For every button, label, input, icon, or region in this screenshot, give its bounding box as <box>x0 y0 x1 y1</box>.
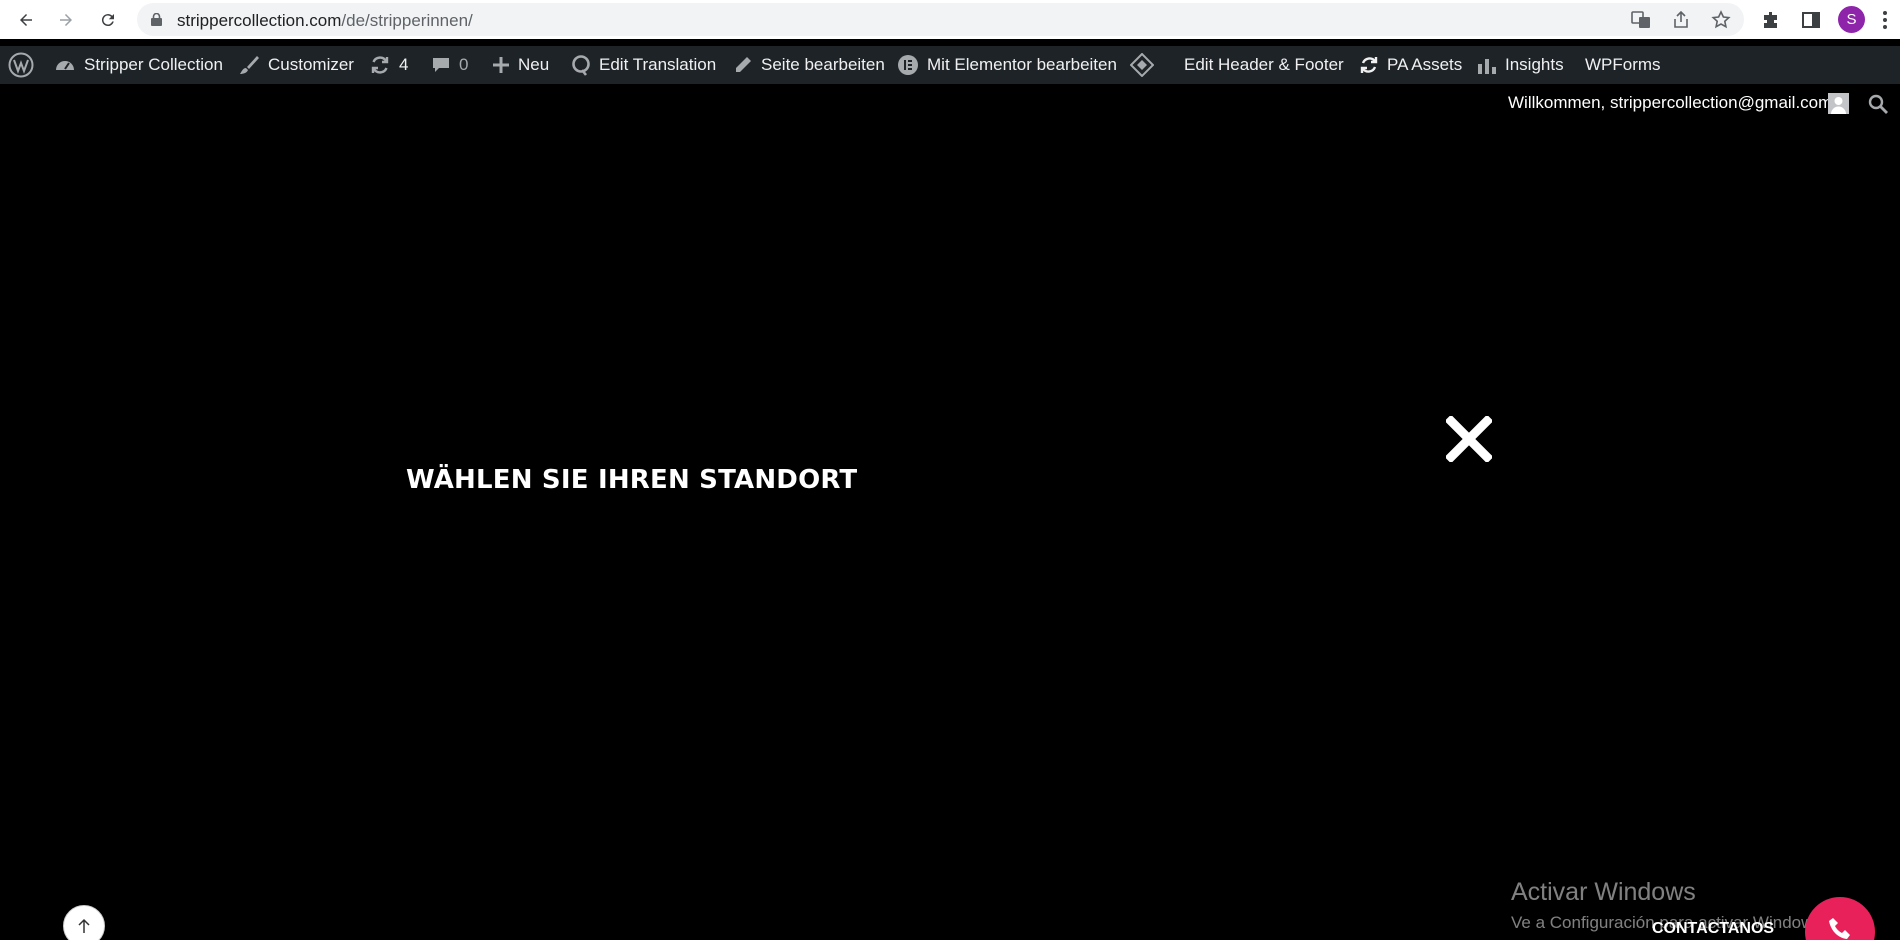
edit-page-label: Seite bearbeiten <box>761 55 885 74</box>
comment-icon <box>433 58 449 72</box>
extensions-button[interactable] <box>1760 9 1782 31</box>
chrome-menu-button[interactable] <box>1878 9 1892 31</box>
header-footer-label: Edit Header & Footer <box>1184 55 1344 74</box>
arrow-left-icon <box>20 13 32 26</box>
arrow-right-icon <box>60 13 72 26</box>
site-name-menu[interactable]: Stripper Collection <box>54 46 223 84</box>
customizer-link[interactable]: Customizer <box>238 46 354 84</box>
wp-logo-menu[interactable] <box>8 46 42 84</box>
reload-button[interactable] <box>88 0 128 39</box>
close-icon[interactable] <box>1446 416 1492 462</box>
new-content-menu[interactable]: Neu <box>492 46 549 84</box>
translate-icon[interactable] <box>1631 10 1651 30</box>
url-host: strippercollection.com <box>177 11 342 30</box>
updates-link[interactable]: 4 <box>369 46 408 84</box>
phone-icon <box>1829 918 1850 939</box>
kebab-menu-icon <box>1883 11 1887 29</box>
url-path: /de/stripperinnen/ <box>341 11 473 30</box>
pa-assets-label: PA Assets <box>1387 55 1463 74</box>
translation-icon <box>572 55 590 76</box>
user-silhouette-icon <box>1828 93 1849 114</box>
comments-link[interactable]: 0 <box>431 46 468 84</box>
wpforms-link[interactable]: WPForms <box>1585 46 1661 84</box>
welcome-account-link[interactable]: Willkommen, strippercollection@gmail.com <box>1508 93 1832 113</box>
user-avatar[interactable] <box>1828 93 1849 114</box>
updates-icon <box>371 56 389 74</box>
updates-count: 4 <box>399 55 409 74</box>
forward-button[interactable] <box>46 0 86 39</box>
side-panel-button[interactable] <box>1800 9 1822 31</box>
plugin-diamond-menu[interactable] <box>1130 46 1162 84</box>
pencil-icon <box>736 57 751 72</box>
edit-translation-label: Edit Translation <box>599 55 717 74</box>
contact-label[interactable]: CONTACTANOS <box>1652 920 1774 938</box>
elementor-label: Mit Elementor bearbeiten <box>927 55 1117 74</box>
puzzle-icon <box>1764 12 1777 28</box>
new-label: Neu <box>518 55 550 74</box>
refresh-icon <box>1360 57 1378 73</box>
back-button[interactable] <box>6 0 46 39</box>
elementor-icon <box>898 55 918 75</box>
insights-label: Insights <box>1505 55 1564 74</box>
header-footer-link[interactable]: Edit Header & Footer <box>1184 46 1344 84</box>
url-text: strippercollection.com/de/stripperinnen/ <box>177 11 473 31</box>
star-icon[interactable] <box>1711 10 1731 30</box>
windows-activation-title: Activar Windows <box>1511 878 1696 906</box>
wpforms-label: WPForms <box>1585 55 1661 74</box>
wordpress-icon <box>8 52 34 78</box>
search-icon[interactable] <box>1868 94 1888 114</box>
location-heading: WÄHLEN SIE IHREN STANDORT <box>406 465 858 495</box>
wp-admin-bar: Stripper Collection Customizer 4 0 Neu E… <box>0 46 1900 84</box>
pa-assets-link[interactable]: PA Assets <box>1359 46 1462 84</box>
scroll-to-top-button[interactable] <box>63 905 105 940</box>
customizer-label: Customizer <box>268 55 354 74</box>
lock-icon <box>151 13 162 26</box>
side-panel-icon <box>1802 12 1820 28</box>
contact-phone-button[interactable] <box>1805 897 1875 940</box>
site-name-label: Stripper Collection <box>84 55 223 74</box>
share-icon[interactable] <box>1671 10 1691 30</box>
elementor-link[interactable]: Mit Elementor bearbeiten <box>897 46 1117 84</box>
address-bar[interactable]: strippercollection.com/de/stripperinnen/ <box>137 3 1744 36</box>
dashboard-icon <box>56 61 74 70</box>
diamond-icon <box>1130 53 1154 77</box>
insights-link[interactable]: Insights <box>1477 46 1564 84</box>
profile-avatar[interactable]: S <box>1838 6 1865 33</box>
browser-toolbar: strippercollection.com/de/stripperinnen/… <box>0 0 1900 39</box>
comments-count: 0 <box>459 55 469 74</box>
edit-translation-link[interactable]: Edit Translation <box>571 46 716 84</box>
paintbrush-icon <box>240 56 259 74</box>
bar-chart-icon <box>1478 59 1496 74</box>
plus-icon <box>493 57 509 73</box>
reload-icon <box>101 13 114 26</box>
arrow-up-icon <box>78 918 90 933</box>
edit-page-link[interactable]: Seite bearbeiten <box>733 46 885 84</box>
